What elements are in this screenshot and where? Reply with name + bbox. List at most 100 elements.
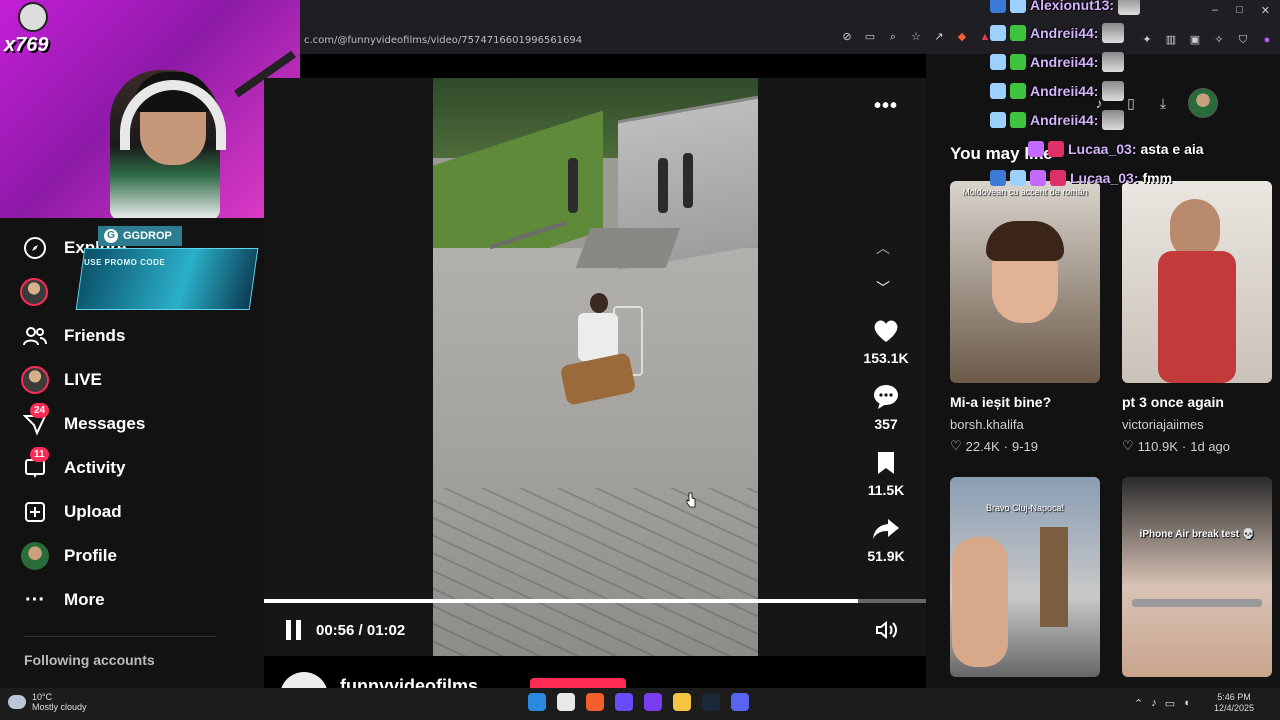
extension-icons: ✦ ▥ ▣ ✧ ⛉ ● ☰	[1140, 33, 1280, 47]
system-clock[interactable]: 5:46 PM 12/4/2025	[1214, 692, 1254, 714]
clock-date: 12/4/2025	[1214, 703, 1255, 713]
chat-emote-icon	[1102, 23, 1125, 43]
progress-fill	[264, 599, 858, 603]
sidebar-item-live[interactable]: LIVE	[20, 362, 102, 398]
video-frame[interactable]	[433, 78, 758, 656]
recommendation-date: 1d ago	[1190, 438, 1231, 454]
network-icon[interactable]: ▭	[1165, 697, 1175, 710]
more-options-icon[interactable]: •••	[874, 95, 898, 118]
like-button[interactable]: 153.1K	[856, 318, 916, 366]
recommendation-thumbnail[interactable]: Bravo Cluj-Napoca!	[950, 477, 1100, 677]
messages-icon: 24	[20, 403, 50, 439]
recommendation-thumbnail[interactable]: Moldovean cu accent de român	[950, 181, 1100, 383]
taskbar-apps	[528, 693, 749, 711]
weather-condition: Mostly cloudy	[32, 702, 87, 712]
chat-badge-icon	[1048, 141, 1064, 157]
profile-icon[interactable]: ●	[1260, 33, 1274, 47]
save-count: 11.5K	[867, 482, 905, 498]
chat-username: Alexionut13:	[1030, 0, 1115, 13]
separator: ·	[1003, 438, 1008, 454]
share-button[interactable]: 51.9K	[856, 516, 916, 564]
minimize-button[interactable]: –	[1212, 4, 1218, 17]
user-avatar[interactable]	[1188, 88, 1218, 118]
sidebar-item-more[interactable]: ··· More	[20, 582, 105, 618]
chat-badge-icon	[990, 170, 1006, 186]
chevron-up-icon[interactable]: ⌃	[1134, 697, 1143, 710]
share-icon[interactable]: ↗	[932, 30, 946, 44]
chat-message: Lucaa_03: fmm	[990, 167, 1172, 189]
sidebar-item-following[interactable]	[20, 274, 48, 310]
graffiti-floor	[433, 488, 758, 656]
divider	[24, 636, 216, 637]
wallet-icon[interactable]: ▣	[1188, 33, 1202, 47]
chevron-down-icon[interactable]: ﹀	[876, 278, 890, 298]
sidebar-item-upload[interactable]: Upload	[20, 494, 122, 530]
chat-username: Andreii44:	[1030, 54, 1099, 70]
download-icon[interactable]: ⤓	[1156, 96, 1170, 110]
recommendation-author[interactable]: victoriajaiimes	[1122, 417, 1204, 432]
system-tray: ⌃ ♪ ▭ ◖	[1134, 697, 1190, 710]
recommendation-meta: ♡ 22.4K · 9-19	[950, 438, 1038, 454]
store-icon[interactable]	[644, 693, 662, 711]
translate-icon[interactable]: ⊘	[840, 30, 854, 44]
recommendation-likes: 22.4K	[965, 438, 1000, 454]
zoom-icon[interactable]: ⌕	[886, 30, 900, 44]
volume-icon[interactable]	[874, 619, 898, 641]
recommendation-meta: ♡ 110.9K · 1d ago	[1122, 438, 1230, 454]
maximize-button[interactable]: □	[1236, 4, 1243, 17]
chat-badge-icon	[1010, 0, 1026, 13]
sidebar-item-messages[interactable]: 24 Messages	[20, 403, 145, 442]
recommendation-thumbnail[interactable]	[1122, 181, 1272, 383]
chat-username: Andreii44:	[1030, 83, 1099, 99]
vpn-icon[interactable]: ⛉	[1236, 33, 1250, 47]
recommendation-date: 9-19	[1011, 438, 1039, 454]
weather-widget[interactable]: 10°C Mostly cloudy	[8, 692, 87, 712]
chat-text: asta e aia	[1140, 141, 1204, 157]
recommendation-title[interactable]: Mi-a ieșit bine?	[950, 394, 1051, 410]
hand-cursor-icon	[686, 492, 696, 508]
recommendation-author[interactable]: borsh.khalifa	[950, 417, 1024, 432]
brave-shield-icon[interactable]: ◆	[955, 30, 969, 44]
chat-badge-icon	[1010, 25, 1026, 41]
file-window-icon[interactable]	[557, 693, 575, 711]
pause-icon[interactable]	[286, 620, 304, 640]
chevron-up-icon[interactable]: ︿	[876, 238, 890, 258]
comment-icon	[874, 385, 898, 409]
heart-outline-icon: ♡	[1122, 438, 1134, 453]
recommendation-thumbnail[interactable]: iPhone Air break test 💀	[1122, 477, 1272, 677]
sidebar-item-activity[interactable]: 11 Activity	[20, 447, 125, 486]
windows-start-icon[interactable]	[528, 693, 546, 711]
chat-badge-icon	[990, 54, 1006, 70]
volume-icon[interactable]: ◖	[1183, 697, 1190, 710]
sidebar-item-label: Friends	[64, 326, 126, 345]
video-bystander	[658, 158, 668, 213]
share-arrow-icon	[873, 519, 899, 539]
friends-icon	[20, 321, 50, 351]
copilot-icon[interactable]	[615, 693, 633, 711]
sidebar-item-label: LIVE	[64, 370, 102, 389]
profile-avatar	[20, 541, 50, 571]
save-button[interactable]: 11.5K	[856, 450, 916, 498]
speaker-icon[interactable]: ♪	[1151, 697, 1157, 710]
comment-count: 357	[874, 416, 898, 432]
thumbnail-outfit	[1158, 251, 1236, 383]
close-button[interactable]: ✕	[1261, 4, 1270, 17]
comment-button[interactable]: 357	[856, 384, 916, 432]
chat-message: Andreii44:	[990, 51, 1125, 73]
steam-icon[interactable]	[702, 693, 720, 711]
bookmark-icon[interactable]: ☆	[909, 30, 923, 44]
app-icon[interactable]: ▯	[1124, 96, 1138, 110]
sidebar-icon[interactable]: ▥	[1164, 33, 1178, 47]
file-explorer-icon[interactable]	[673, 693, 691, 711]
leo-icon[interactable]: ✧	[1212, 33, 1226, 47]
brave-browser-icon[interactable]	[586, 693, 604, 711]
discord-icon[interactable]	[731, 693, 749, 711]
cast-icon[interactable]: ▭	[863, 30, 877, 44]
sidebar-item-friends[interactable]: Friends	[20, 318, 125, 354]
sidebar-item-profile[interactable]: Profile	[20, 538, 117, 574]
clock-time: 5:46 PM	[1217, 692, 1251, 702]
recommendation-title[interactable]: pt 3 once again	[1122, 394, 1224, 410]
extensions-icon[interactable]: ✦	[1140, 33, 1154, 47]
video-progress-bar[interactable]	[264, 599, 926, 603]
chat-badge-icon	[1010, 112, 1026, 128]
